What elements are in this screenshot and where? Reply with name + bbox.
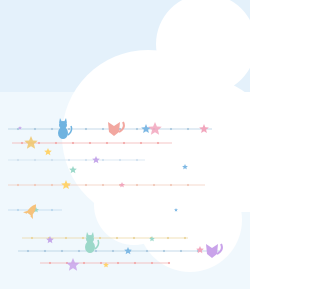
pastel-sky-wallpaper xyxy=(0,0,250,289)
line-bead xyxy=(84,158,88,162)
line-bead xyxy=(118,158,122,162)
line-bead xyxy=(162,249,166,253)
line-bead xyxy=(101,127,105,131)
line-bead xyxy=(169,127,173,131)
line-bead xyxy=(81,236,85,240)
line-bead xyxy=(135,183,139,187)
line-bead xyxy=(16,127,20,131)
line-bead xyxy=(88,141,92,145)
line-bead xyxy=(139,141,143,145)
line-bead xyxy=(94,249,98,253)
line-bead xyxy=(48,261,52,265)
line-bead xyxy=(50,208,54,212)
line-bead xyxy=(98,236,102,240)
line-bead xyxy=(135,158,139,162)
line-bead xyxy=(132,236,136,240)
line-bead xyxy=(33,183,37,187)
line-bead xyxy=(43,249,47,253)
line-bead xyxy=(99,261,103,265)
line-bead xyxy=(179,249,183,253)
wallpaper-art xyxy=(0,0,250,289)
line-bead xyxy=(33,158,37,162)
line-bead xyxy=(50,183,54,187)
line-bead xyxy=(30,236,34,240)
line-bead xyxy=(135,127,139,131)
line-bead xyxy=(60,249,64,253)
line-bead xyxy=(26,249,30,253)
line-bead xyxy=(183,236,187,240)
line-bead xyxy=(186,127,190,131)
line-bead xyxy=(101,158,105,162)
line-bead xyxy=(16,208,20,212)
line-bead xyxy=(116,261,120,265)
cloud-puff xyxy=(94,165,174,245)
line-bead xyxy=(111,249,115,253)
line-bead xyxy=(71,141,75,145)
line-bead xyxy=(67,158,71,162)
line-bead xyxy=(145,249,149,253)
line-bead xyxy=(166,236,170,240)
line-bead xyxy=(54,141,58,145)
line-bead xyxy=(150,261,154,265)
line-bead xyxy=(84,127,88,131)
line-bead xyxy=(133,261,137,265)
line-bead xyxy=(101,183,105,187)
line-bead xyxy=(50,158,54,162)
line-bead xyxy=(169,183,173,187)
line-bead xyxy=(50,127,54,131)
line-bead xyxy=(77,249,81,253)
line-bead xyxy=(16,158,20,162)
line-bead xyxy=(152,183,156,187)
line-bead xyxy=(84,183,88,187)
line-bead xyxy=(67,127,71,131)
line-bead xyxy=(33,127,37,131)
line-bead xyxy=(64,236,68,240)
line-bead xyxy=(186,183,190,187)
line-bead xyxy=(156,141,160,145)
line-bead xyxy=(115,236,119,240)
line-bead xyxy=(16,183,20,187)
line-bead xyxy=(167,261,171,265)
line-bead xyxy=(105,141,109,145)
line-bead xyxy=(20,141,24,145)
line-bead xyxy=(82,261,86,265)
line-bead xyxy=(122,141,126,145)
line-bead xyxy=(37,141,41,145)
